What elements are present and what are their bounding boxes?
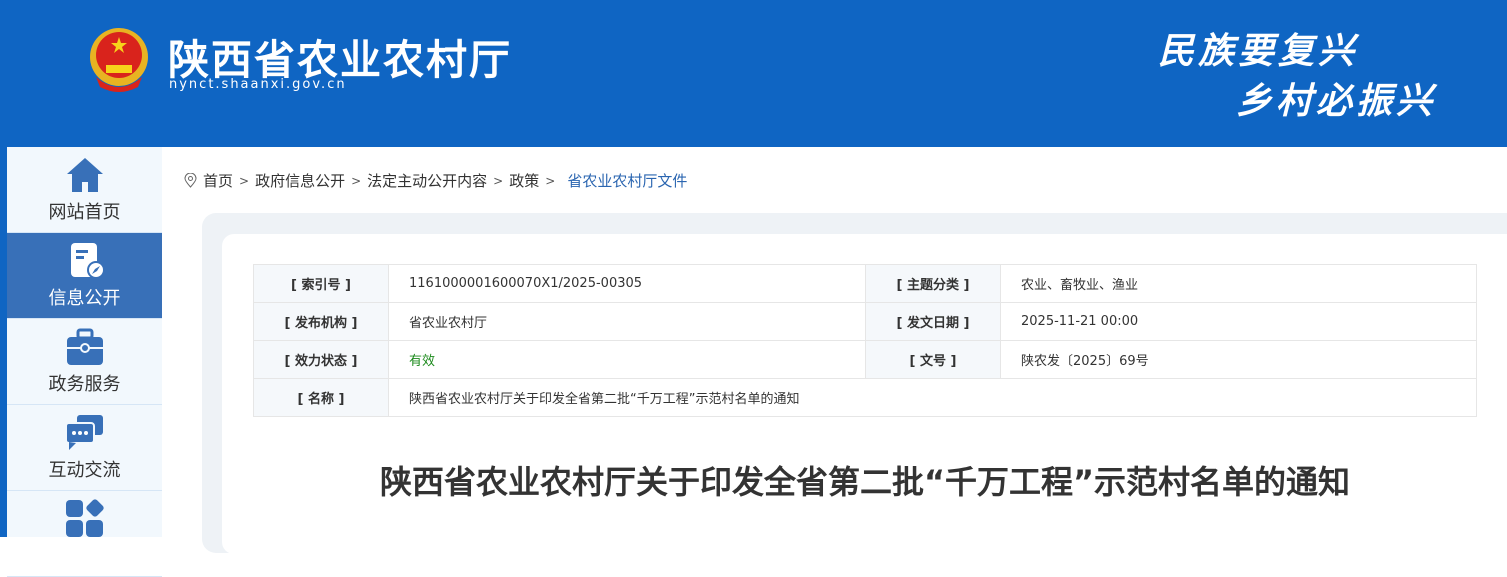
slogan-line2: 乡村必振兴 bbox=[1236, 80, 1437, 122]
sidebar-item-interaction[interactable]: 互动交流 bbox=[7, 405, 162, 491]
date-label: [ 发文日期 ] bbox=[865, 302, 1001, 341]
table-row: [ 效力状态 ] 有效 [ 文号 ] 陕农发〔2025〕69号 bbox=[253, 340, 1477, 379]
document-meta-table: [ 索引号 ] 1161000001600070X1/2025-00305 [ … bbox=[253, 264, 1477, 417]
status-label: [ 效力状态 ] bbox=[253, 340, 389, 379]
table-row: [ 发布机构 ] 省农业农村厅 [ 发文日期 ] 2025-11-21 00:0… bbox=[253, 302, 1477, 341]
slogan-line1: 民族要复兴 bbox=[1158, 30, 1359, 72]
name-label: [ 名称 ] bbox=[253, 378, 389, 417]
breadcrumb-gov-info[interactable]: 政府信息公开 bbox=[255, 170, 345, 191]
breadcrumb-policy[interactable]: 政策 bbox=[509, 170, 539, 191]
sidebar-item-label: 互动交流 bbox=[48, 459, 121, 481]
sidebar-item-label: 信息公开 bbox=[48, 287, 121, 309]
site-header: 陕西省农业农村厅 nynct.shaanxi.gov.cn 民族要复兴 乡村必振… bbox=[0, 0, 1507, 147]
sidebar-item-gov-services[interactable]: 政务服务 bbox=[7, 319, 162, 405]
breadcrumb-separator: > bbox=[351, 173, 362, 188]
table-row: [ 索引号 ] 1161000001600070X1/2025-00305 [ … bbox=[253, 264, 1477, 303]
breadcrumb-separator: > bbox=[239, 173, 250, 188]
docno-label: [ 文号 ] bbox=[865, 340, 1001, 379]
docno-value: 陕农发〔2025〕69号 bbox=[1000, 340, 1477, 379]
apps-icon bbox=[65, 499, 104, 537]
document-title: 陕西省农业农村厅关于印发全省第二批“千万工程”示范村名单的通知 bbox=[379, 463, 1351, 501]
home-icon bbox=[66, 157, 103, 192]
document-compass-icon bbox=[70, 242, 105, 279]
sidebar-item-apps[interactable] bbox=[7, 491, 162, 577]
name-value: 陕西省农业农村厅关于印发全省第二批“千万工程”示范村名单的通知 bbox=[388, 378, 1477, 417]
breadcrumb: 首页 > 政府信息公开 > 法定主动公开内容 > 政策 > 省农业农村厅文件 bbox=[184, 170, 687, 191]
table-row: [ 名称 ] 陕西省农业农村厅关于印发全省第二批“千万工程”示范村名单的通知 bbox=[253, 378, 1477, 417]
date-value: 2025-11-21 00:00 bbox=[1000, 302, 1477, 341]
index-value: 1161000001600070X1/2025-00305 bbox=[388, 264, 866, 303]
left-edge-bar bbox=[0, 147, 7, 537]
breadcrumb-separator: > bbox=[493, 173, 504, 188]
issuer-label: [ 发布机构 ] bbox=[253, 302, 389, 341]
sidebar-item-home[interactable]: 网站首页 bbox=[7, 147, 162, 233]
breadcrumb-current[interactable]: 省农业农村厅文件 bbox=[567, 170, 687, 191]
issuer-value: 省农业农村厅 bbox=[388, 302, 866, 341]
site-url: nynct.shaanxi.gov.cn bbox=[169, 77, 347, 92]
location-pin-icon bbox=[184, 173, 197, 188]
chat-icon bbox=[64, 414, 103, 450]
topic-value: 农业、畜牧业、渔业 bbox=[1000, 264, 1477, 303]
breadcrumb-separator: > bbox=[545, 173, 556, 188]
sidebar-item-info-disclosure[interactable]: 信息公开 bbox=[7, 233, 162, 319]
briefcase-icon bbox=[66, 328, 103, 365]
breadcrumb-home[interactable]: 首页 bbox=[203, 170, 233, 191]
breadcrumb-statutory[interactable]: 法定主动公开内容 bbox=[367, 170, 487, 191]
status-value: 有效 bbox=[388, 340, 866, 379]
national-emblem-icon bbox=[90, 28, 148, 92]
topic-label: [ 主题分类 ] bbox=[865, 264, 1001, 303]
sidebar-item-label: 网站首页 bbox=[48, 201, 121, 223]
index-label: [ 索引号 ] bbox=[253, 264, 389, 303]
sidebar-item-label: 政务服务 bbox=[48, 373, 121, 395]
sidebar: 网站首页 信息公开 政务服务 互动交流 bbox=[7, 147, 162, 577]
